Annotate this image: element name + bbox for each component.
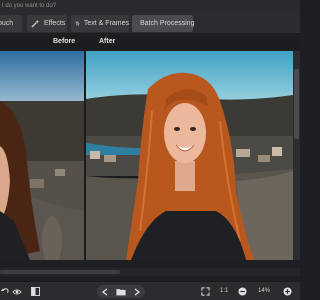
fit-screen-icon bbox=[200, 287, 210, 296]
fit-to-window-button[interactable] bbox=[199, 285, 211, 298]
zoom-in-icon bbox=[282, 287, 292, 296]
previous-image-button[interactable] bbox=[99, 285, 111, 298]
preview-toggle-button[interactable] bbox=[10, 285, 24, 298]
zoom-out-button[interactable] bbox=[236, 285, 248, 298]
tab-retouch[interactable]: ouch bbox=[0, 15, 22, 32]
search-prompt[interactable]: t do you want to do? bbox=[2, 0, 56, 12]
actual-size-button[interactable]: 1:1 bbox=[220, 285, 228, 298]
before-label: Before bbox=[53, 38, 76, 45]
text-frames-icon bbox=[75, 21, 80, 26]
folder-icon bbox=[116, 288, 126, 295]
compare-labels: Before After bbox=[0, 35, 300, 51]
vertical-scroll-thumb[interactable] bbox=[294, 69, 299, 139]
undo-button[interactable] bbox=[0, 285, 10, 298]
after-image bbox=[86, 51, 293, 260]
tab-effects[interactable]: Effects bbox=[27, 15, 67, 32]
before-image bbox=[0, 51, 84, 260]
tool-tabs: ouch Effects Text & Frames Batch Process… bbox=[0, 12, 300, 34]
zoom-out-icon bbox=[237, 287, 247, 296]
horizontal-scrollbar[interactable] bbox=[0, 268, 300, 276]
zoom-in-button[interactable] bbox=[281, 285, 293, 298]
after-label: After bbox=[99, 38, 116, 45]
compare-button[interactable] bbox=[29, 285, 41, 298]
undo-icon bbox=[1, 287, 9, 293]
tab-text-frames[interactable]: Text & Frames bbox=[71, 15, 129, 32]
tab-label: Batch Processing bbox=[140, 20, 195, 27]
bottom-toolbar: 1:1 14% bbox=[0, 281, 300, 300]
effects-icon bbox=[31, 19, 40, 28]
title-strip: t do you want to do? bbox=[0, 0, 300, 12]
horizontal-scroll-thumb[interactable] bbox=[0, 270, 120, 274]
chevron-right-icon bbox=[134, 287, 140, 296]
tab-label: Text & Frames bbox=[83, 20, 129, 27]
tab-label: Effects bbox=[44, 20, 66, 27]
chevron-left-icon bbox=[102, 287, 108, 296]
open-folder-button[interactable] bbox=[114, 285, 128, 298]
tab-label: ouch bbox=[0, 20, 14, 27]
compare-icon bbox=[30, 287, 40, 296]
eye-icon bbox=[12, 289, 22, 294]
zoom-level: 14% bbox=[258, 288, 271, 294]
tab-batch-processing[interactable]: Batch Processing bbox=[132, 15, 195, 32]
vertical-scrollbar[interactable] bbox=[293, 51, 300, 260]
image-viewer bbox=[0, 51, 300, 260]
next-image-button[interactable] bbox=[131, 285, 143, 298]
